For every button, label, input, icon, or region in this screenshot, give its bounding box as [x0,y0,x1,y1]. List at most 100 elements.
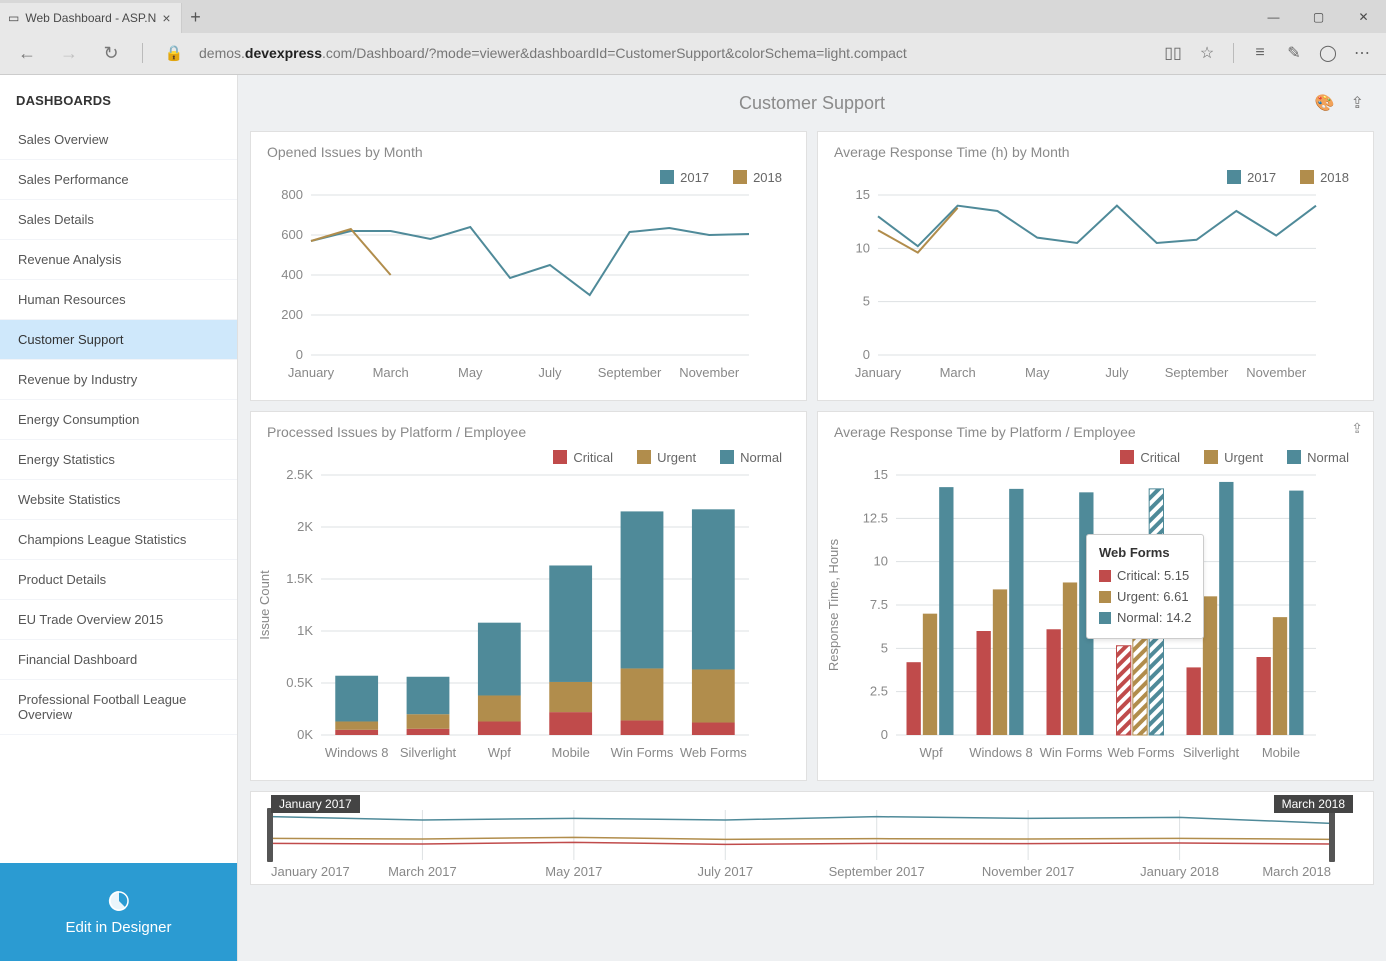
svg-text:Web Forms: Web Forms [1108,745,1175,760]
svg-text:January 2017: January 2017 [271,864,350,879]
tooltip-row: Urgent: 6.61 [1099,587,1191,608]
legend-item[interactable]: Normal [1287,450,1349,465]
minimize-button[interactable]: — [1251,0,1296,33]
back-button[interactable]: ← [10,36,44,70]
sidebar-item[interactable]: Customer Support [0,320,237,360]
svg-text:November: November [1246,365,1307,380]
svg-text:15: 15 [874,467,888,482]
palette-icon[interactable]: 🎨 [1315,93,1335,113]
favorite-icon[interactable]: ☆ [1193,39,1221,67]
sidebar-item[interactable]: Financial Dashboard [0,640,237,680]
grouped-bar-chart[interactable]: 02.557.51012.515WpfWindows 8Win FormsWeb… [818,465,1326,765]
legend-item[interactable]: Urgent [1204,450,1263,465]
svg-text:Windows 8: Windows 8 [969,745,1033,760]
sidebar-item[interactable]: Energy Consumption [0,400,237,440]
line-chart[interactable]: 0200400600800JanuaryMarchMayJulySeptembe… [251,185,759,385]
legend-item[interactable]: 2018 [1300,170,1349,185]
svg-text:January: January [288,365,335,380]
sidebar-item[interactable]: Revenue by Industry [0,360,237,400]
svg-text:March 2018: March 2018 [1262,864,1331,879]
svg-text:September: September [598,365,662,380]
sidebar-item[interactable]: Champions League Statistics [0,520,237,560]
stacked-bar-chart[interactable]: 0K0.5K1K1.5K2K2.5KWindows 8SilverlightWp… [251,465,759,765]
sidebar-item[interactable]: Sales Details [0,200,237,240]
card-opened-issues: Opened Issues by Month 2017 2018 0200400… [250,131,807,401]
svg-text:Mobile: Mobile [552,745,590,760]
more-icon[interactable]: ⋯ [1348,39,1376,67]
edit-in-designer-button[interactable]: Edit in Designer [0,863,237,961]
svg-text:September 2017: September 2017 [829,864,925,879]
legend: 2017 2018 [818,164,1373,185]
lock-icon[interactable]: 🔒 [157,36,191,70]
new-tab-button[interactable]: + [182,3,210,33]
designer-icon [107,889,131,913]
svg-text:Mobile: Mobile [1262,745,1300,760]
footer-label: Edit in Designer [66,919,172,936]
svg-text:Wpf: Wpf [919,745,943,760]
svg-text:September: September [1165,365,1229,380]
reading-list-icon[interactable]: ▯▯ [1159,39,1187,67]
svg-text:July 2017: July 2017 [697,864,753,879]
forward-button[interactable]: → [52,36,86,70]
legend-item[interactable]: 2018 [733,170,782,185]
sidebar-item[interactable]: EU Trade Overview 2015 [0,600,237,640]
svg-text:November 2017: November 2017 [982,864,1074,879]
svg-text:15: 15 [856,187,870,202]
share-icon[interactable]: ◯ [1314,39,1342,67]
tooltip: Web Forms Critical: 5.15Urgent: 6.61Norm… [1086,534,1204,639]
range-selector[interactable]: January 2017 March 2018 January 2017 Marc… [250,791,1374,885]
svg-text:10: 10 [856,240,870,255]
sidebar-item[interactable]: Revenue Analysis [0,240,237,280]
sidebar-item[interactable]: Sales Overview [0,120,237,160]
url-path: .com/Dashboard/?mode=viewer&dashboardId=… [322,45,907,61]
svg-text:200: 200 [281,307,303,322]
export-icon[interactable]: ⇪ [1351,93,1364,113]
refresh-button[interactable]: ↻ [94,36,128,70]
legend-item[interactable]: Critical [553,450,613,465]
tooltip-title: Web Forms [1099,545,1191,560]
svg-text:March: March [373,365,409,380]
maximize-button[interactable]: ▢ [1296,0,1341,33]
browser-tab[interactable]: ▭ Web Dashboard - ASP.N × [0,3,182,33]
browser-chrome: ▭ Web Dashboard - ASP.N × + — ▢ ✕ ← → ↻ … [0,0,1386,75]
sidebar-item[interactable]: Professional Football League Overview [0,680,237,735]
window-controls: — ▢ ✕ [1251,0,1386,33]
notes-icon[interactable]: ✎ [1280,39,1308,67]
url-field[interactable]: demos.devexpress.com/Dashboard/?mode=vie… [199,45,1151,61]
svg-text:July: July [1105,365,1129,380]
legend-item[interactable]: Normal [720,450,782,465]
legend-item[interactable]: 2017 [660,170,709,185]
card-title: Average Response Time by Platform / Empl… [818,412,1373,444]
page-header: Customer Support 🎨 ⇪ [238,75,1386,131]
legend-item[interactable]: Critical [1120,450,1180,465]
range-end-badge: March 2018 [1274,795,1353,813]
close-tab-icon[interactable]: × [162,10,170,26]
svg-text:0: 0 [296,347,303,362]
sidebar-item[interactable]: Website Statistics [0,480,237,520]
svg-text:600: 600 [281,227,303,242]
page-icon: ▭ [8,11,19,25]
sidebar-item[interactable]: Energy Statistics [0,440,237,480]
sidebar-item[interactable]: Human Resources [0,280,237,320]
svg-text:Win Forms: Win Forms [1040,745,1103,760]
legend-item[interactable]: 2017 [1227,170,1276,185]
sidebar-item[interactable]: Sales Performance [0,160,237,200]
sidebar-item[interactable]: Product Details [0,560,237,600]
svg-text:January 2018: January 2018 [1140,864,1219,879]
svg-text:2K: 2K [297,519,313,534]
line-chart[interactable]: 051015JanuaryMarchMayJulySeptemberNovemb… [818,185,1326,385]
url-host: devexpress [245,45,322,61]
svg-text:800: 800 [281,187,303,202]
svg-text:Wpf: Wpf [488,745,512,760]
address-bar: ← → ↻ 🔒 demos.devexpress.com/Dashboard/?… [0,33,1386,74]
range-chart[interactable]: January 2017 March 2017 May 2017 July 2017 S… [251,792,1351,880]
close-window-button[interactable]: ✕ [1341,0,1386,33]
card-title: Average Response Time (h) by Month [818,132,1373,164]
svg-text:Win Forms: Win Forms [611,745,674,760]
export-card-icon[interactable]: ⇪ [1351,420,1363,437]
svg-text:March 2017: March 2017 [388,864,457,879]
card-processed-platform: Processed Issues by Platform / Employee … [250,411,807,781]
hub-icon[interactable]: ≡ [1246,39,1274,67]
legend-item[interactable]: Urgent [637,450,696,465]
svg-text:May 2017: May 2017 [545,864,602,879]
